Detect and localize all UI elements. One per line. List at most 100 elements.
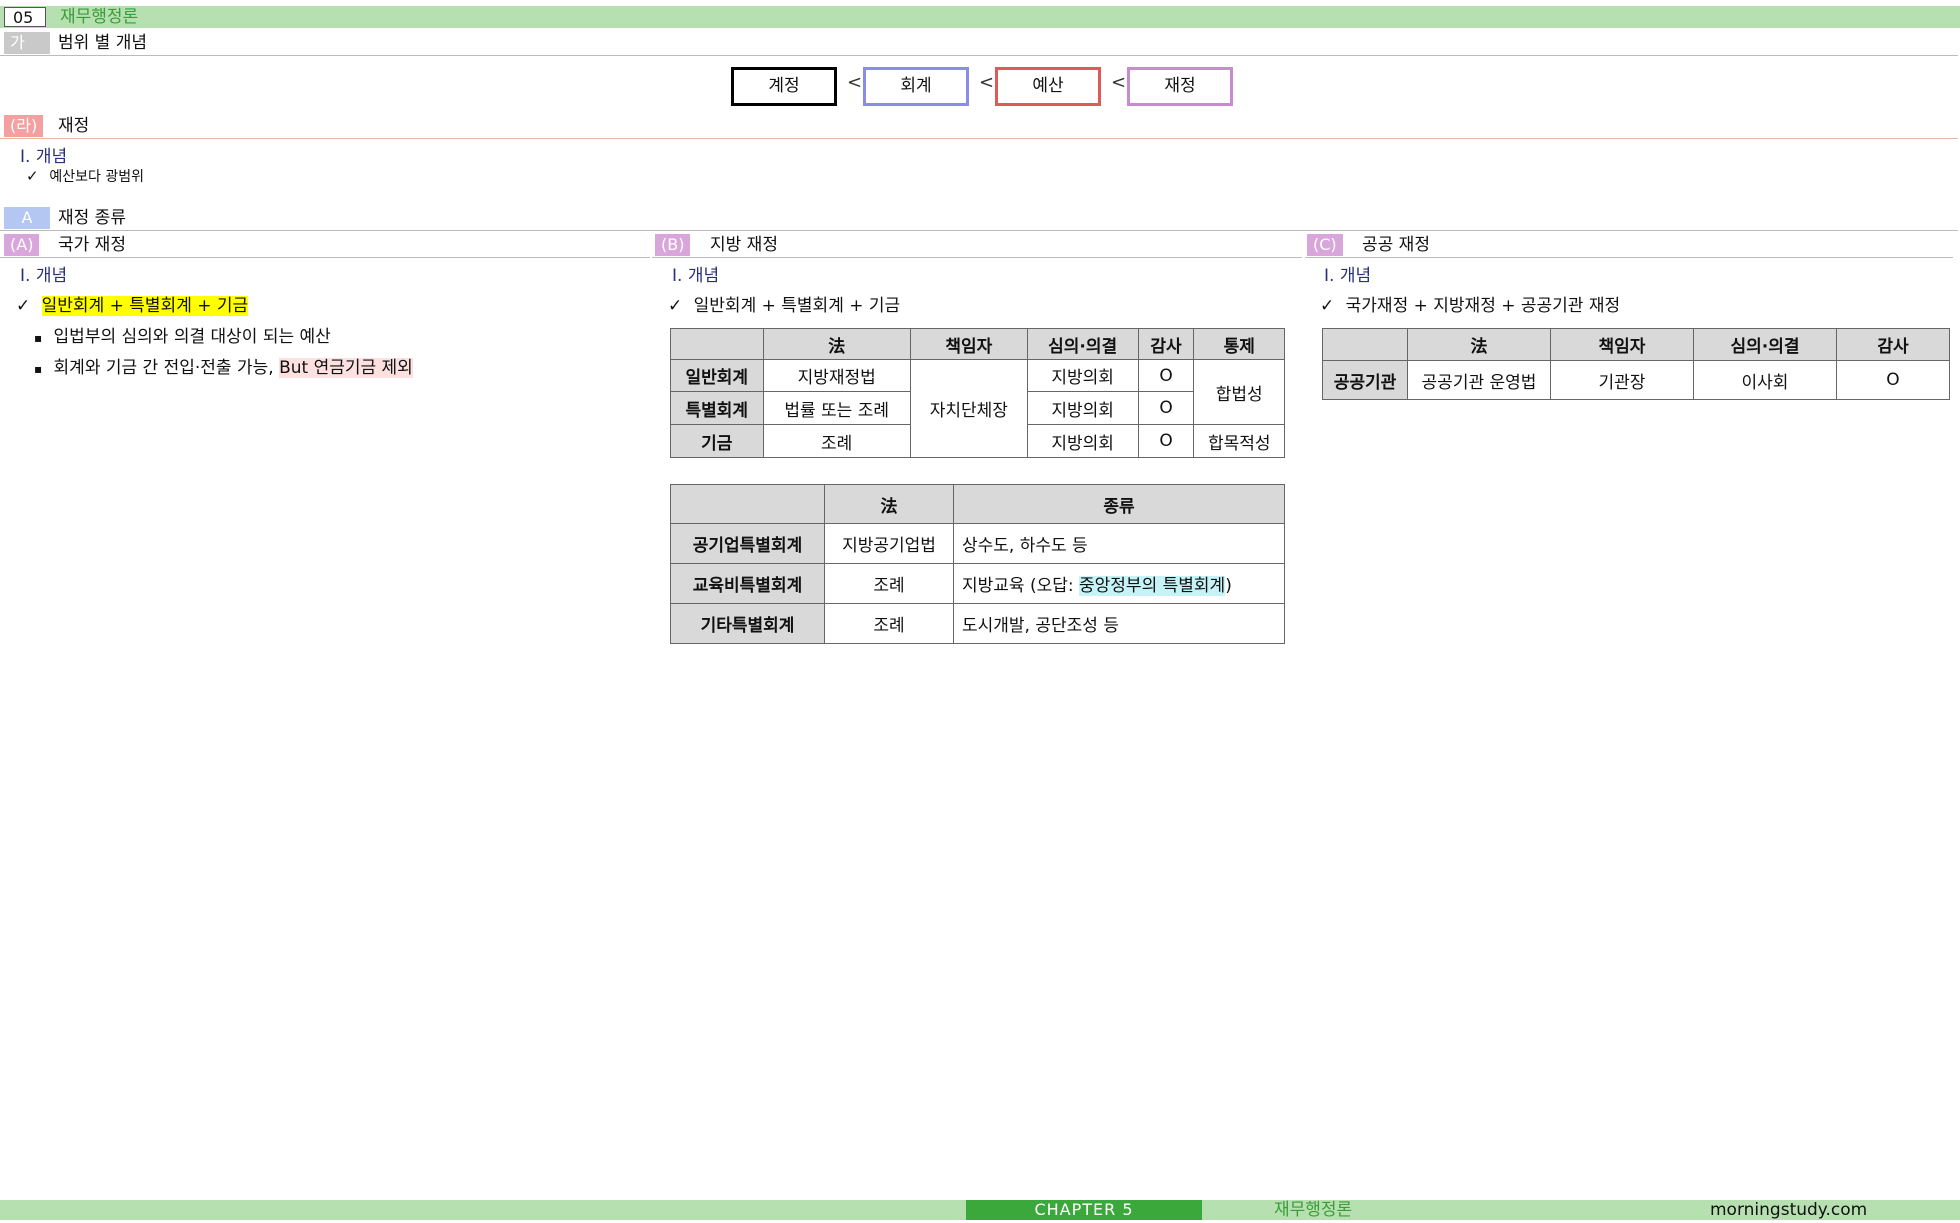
footer-title: 재무행정론 [1274,1200,1353,1220]
row-header: 교육비특별회계 [670,563,825,604]
manager-cell: 기관장 [1550,360,1694,400]
law-cell: 지방재정법 [762,359,911,392]
scope-separator: < [979,72,995,93]
check-icon: ✓ [668,296,683,316]
row-header: 특별회계 [670,391,764,425]
kind-text: 지방교육 (오답: [962,576,1080,596]
law-cell: 조례 [824,563,954,604]
col-b-tag: (B) [655,234,691,256]
col-b-main-point: ✓ 일반회계 + 특별회계 + 기금 [668,291,900,316]
col-a-bullet-2-highlight: But 연금기금 제외 [279,358,413,378]
col-a-bullet-2: ▪ 회계와 기금 간 전입·전출 가능, But 연금기금 제외 [34,353,413,378]
section-ra-title: 재정 [58,116,90,136]
manager-cell: 자치단체장 [909,359,1028,458]
scope-box-account: 계정 [731,67,837,106]
section-a-title: 재정 종류 [58,208,126,228]
col-a-bullet-1-text: 입법부의 심의와 의결 대상이 되는 예산 [53,327,331,347]
scope-separator: < [1111,72,1127,93]
row-header: 공기업특별회계 [670,523,825,564]
audit-cell: O [1137,424,1195,458]
table-header: 감사 [1836,328,1950,361]
col-b-table-2: 法 종류 공기업특별회계 지방공기업법 상수도, 하수도 등 교육비특별회계 조… [670,484,1285,644]
law-cell: 조례 [762,424,911,458]
table-row: 교육비특별회계 조례 지방교육 (오답: 중앙정부의 특별회계) [670,563,1285,604]
footer-site: morningstudy.com [1710,1200,1868,1220]
table-header: 종류 [953,484,1285,524]
scope-box-accounting: 회계 [863,67,969,106]
audit-cell: O [1137,359,1195,392]
col-a-bullet-2-text: 회계와 기금 간 전입·전출 가능, [53,358,280,378]
check-icon: ✓ [1320,296,1335,316]
table-header: 法 [762,328,911,360]
table-header: 통제 [1193,328,1285,360]
bullet-icon: ▪ [34,331,43,345]
law-cell: 공공기관 운영법 [1407,360,1551,400]
col-b-table-1: 法 책임자 심의·의결 감사 통제 일반회계 지방재정법 자치단체장 지방의회 … [670,328,1285,458]
table-corner [670,328,764,360]
kind-text: ) [1225,576,1232,596]
col-a-subhead: Ⅰ. 개념 [20,266,68,286]
col-c-main-point-text: 국가재정 + 지방재정 + 공공기관 재정 [1345,296,1621,316]
section-a-tag: A [4,207,50,229]
table-header: 책임자 [1550,328,1694,361]
col-c-title: 공공 재정 [1362,235,1430,255]
table-corner [670,484,825,524]
col-a-tag: (A) [4,234,40,256]
section-ra-row [0,114,1958,139]
section-ga-title: 범위 별 개념 [58,33,148,53]
table-row: 일반회계 지방재정법 자치단체장 지방의회 O 합법성 [670,359,1285,458]
law-cell: 법률 또는 조례 [762,391,911,425]
col-b-subhead: Ⅰ. 개념 [672,266,720,286]
table-corner [1322,328,1408,361]
table-row: 기타특별회계 조례 도시개발, 공단조성 등 [670,603,1285,644]
table-header: 심의·의결 [1693,328,1837,361]
row-header: 일반회계 [670,359,764,392]
council-cell: 이사회 [1693,360,1837,400]
table-header: 책임자 [909,328,1028,360]
section-ga-tag: 가 [4,32,50,54]
law-cell: 지방공기업법 [824,523,954,564]
col-b-main-point-text: 일반회계 + 특별회계 + 기금 [693,296,901,316]
section-ra-subhead: Ⅰ. 개념 [20,147,68,167]
col-a-main-point-text: 일반회계 + 특별회계 + 기금 [41,296,249,316]
row-header: 기타특별회계 [670,603,825,644]
col-a-title: 국가 재정 [58,235,126,255]
kind-cell: 상수도, 하수도 등 [953,523,1285,564]
control-cell: 합법성 [1193,359,1285,425]
col-a-bullet-1: ▪ 입법부의 심의와 의결 대상이 되는 예산 [34,322,331,347]
section-ra-point: ✓ 예산보다 광범위 [26,166,144,186]
council-cell: 지방의회 [1026,391,1139,425]
chapter-title: 재무행정론 [60,7,139,27]
section-ra-point-text: 예산보다 광범위 [49,169,144,185]
col-c-table: 法 책임자 심의·의결 감사 공공기관 공공기관 운영법 기관장 이사회 O [1322,328,1950,400]
row-header: 기금 [670,424,764,458]
row-header: 공공기관 [1322,360,1408,400]
kind-cell: 지방교육 (오답: 중앙정부의 특별회계) [953,563,1285,604]
section-a-row [0,206,1958,231]
section-ga-row [0,31,1958,56]
law-cell: 조례 [824,603,954,644]
council-cell: 지방의회 [1026,424,1139,458]
kind-cell: 도시개발, 공단조성 등 [953,603,1285,644]
col-b-title: 지방 재정 [710,235,778,255]
top-header-bar [0,6,1960,28]
kind-highlight: 중앙정부의 특별회계 [1079,576,1226,596]
bullet-icon: ▪ [34,362,43,376]
scope-box-budget: 예산 [995,67,1101,106]
scope-separator: < [847,72,863,93]
table-header: 심의·의결 [1026,328,1139,360]
col-a-main-point: ✓ 일반회계 + 특별회계 + 기금 [16,291,249,316]
chapter-number: 05 [4,7,46,27]
col-c-tag: (C) [1307,234,1343,256]
table-header: 法 [824,484,954,524]
control-cell: 합목적성 [1193,424,1285,458]
col-c-main-point: ✓ 국가재정 + 지방재정 + 공공기관 재정 [1320,291,1620,316]
scope-box-finance: 재정 [1127,67,1233,106]
col-c-subhead: Ⅰ. 개념 [1324,266,1372,286]
table-header: 감사 [1137,328,1195,360]
table-row: 공공기관 공공기관 운영법 기관장 이사회 O [1322,360,1950,400]
council-cell: 지방의회 [1026,359,1139,392]
footer-chapter: CHAPTER 5 [966,1200,1202,1220]
table-header: 法 [1407,328,1551,361]
check-icon: ✓ [16,296,31,316]
